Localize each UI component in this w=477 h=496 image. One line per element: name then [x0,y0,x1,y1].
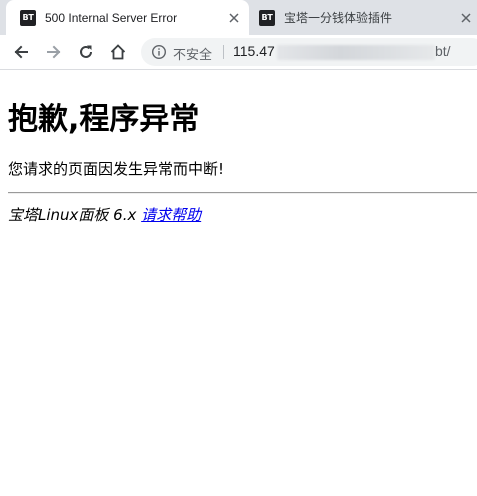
tab-title: 500 Internal Server Error [45,10,178,25]
page-footer: 宝塔Linux面板 6.x 请求帮助 [8,204,201,225]
tab-strip: BT 500 Internal Server Error BT 宝塔一分钱体验插… [0,0,477,35]
tab-title: 宝塔一分钱体验插件 [284,11,393,25]
tab-plugin[interactable]: BT 宝塔一分钱体验插件 [250,0,477,35]
tab-server-error[interactable]: BT 500 Internal Server Error [6,0,249,35]
bt-favicon-icon: BT [20,9,36,26]
info-icon[interactable] [151,44,167,60]
page-content: 抱歉,程序异常 您请求的页面因发生异常而中断! 宝塔Linux面板 6.x 请求… [0,70,477,496]
horizontal-rule [8,192,477,194]
address-bar[interactable]: 不安全 115.47 bt/ [141,38,477,66]
url-separator [223,45,224,59]
home-icon [110,44,126,60]
page-title: 抱歉,程序异常 [8,102,200,137]
reload-icon [80,45,92,58]
url-host: 115.47 [233,43,275,59]
back-button[interactable] [8,39,34,65]
arrow-right-icon [47,45,61,59]
arrow-left-icon [14,45,28,59]
close-icon[interactable] [225,9,243,27]
not-secure-label[interactable]: 不安全 [173,44,212,63]
browser-toolbar: 不安全 115.47 bt/ [0,35,477,69]
redacted-url-segment [277,45,435,60]
reload-button[interactable] [73,39,99,65]
bt-favicon-icon: BT [259,9,275,26]
error-message: 您请求的页面因发生异常而中断! [8,160,225,178]
panel-version-text: 宝塔Linux面板 6.x [8,206,137,224]
url-path: bt/ [435,43,451,59]
help-link[interactable]: 请求帮助 [141,206,201,224]
home-button[interactable] [105,39,131,65]
close-icon[interactable] [457,9,475,27]
browser-window: BT 500 Internal Server Error BT 宝塔一分钱体验插… [0,0,477,496]
forward-button[interactable] [41,39,67,65]
